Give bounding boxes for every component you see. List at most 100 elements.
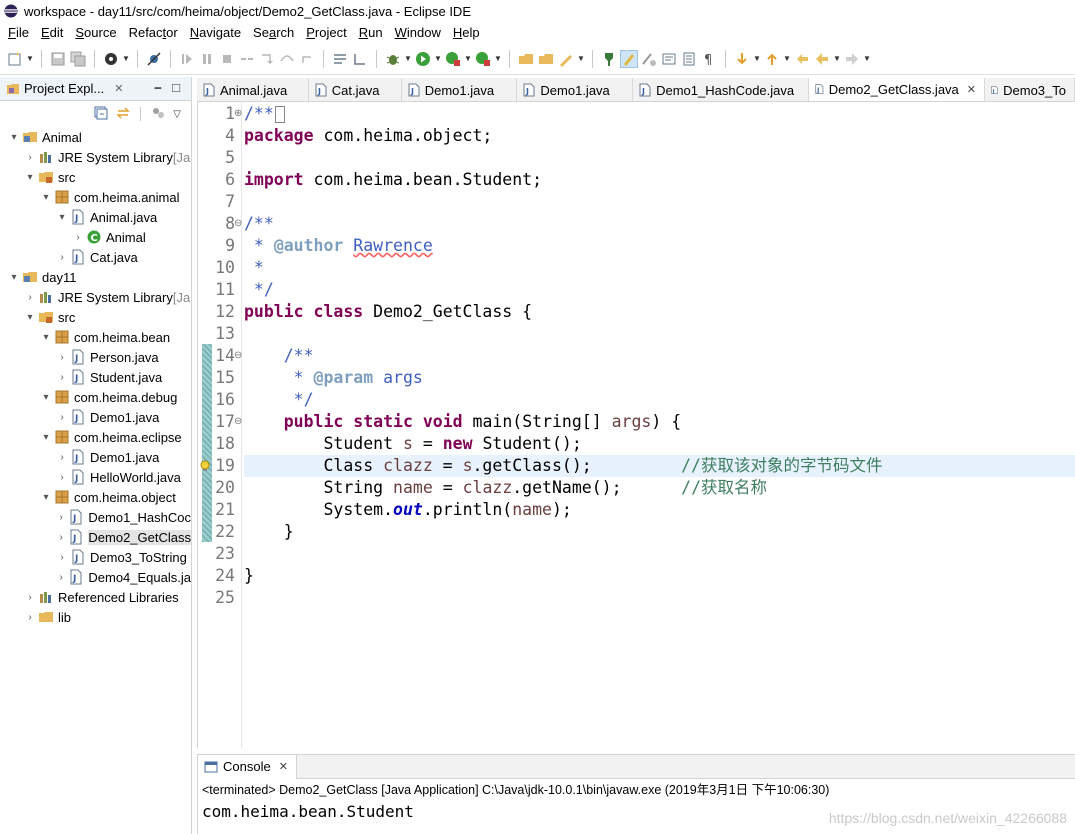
previous-annotation-icon[interactable]: [763, 50, 781, 68]
chevron-right-icon[interactable]: ›: [24, 152, 36, 163]
editor-tab[interactable]: J Demo3_To: [985, 78, 1075, 101]
menu-item[interactable]: Help: [447, 25, 486, 40]
chevron-right-icon[interactable]: ›: [56, 352, 68, 363]
chevron-right-icon[interactable]: ›: [56, 372, 68, 383]
chevron-down-icon[interactable]: ▾: [56, 212, 68, 223]
console-tab[interactable]: Console ✕: [198, 754, 297, 779]
debug-perspective-icon[interactable]: [102, 50, 120, 68]
close-icon[interactable]: ✕: [967, 83, 976, 96]
menu-item[interactable]: Search: [247, 25, 300, 40]
run-icon[interactable]: [414, 50, 432, 68]
tree-item[interactable]: › J Demo1.java: [0, 407, 191, 427]
chevron-down-icon[interactable]: ▾: [24, 172, 36, 183]
code-line[interactable]: /**: [244, 213, 1075, 235]
disconnect-icon[interactable]: [238, 50, 256, 68]
code-line[interactable]: import com.heima.bean.Student;: [244, 169, 1075, 191]
chevron-down-icon[interactable]: ▾: [24, 312, 36, 323]
step-over-icon[interactable]: [278, 50, 296, 68]
tree-item[interactable]: › J Demo3_ToString: [0, 547, 191, 567]
chevron-down-icon[interactable]: ▾: [40, 492, 52, 503]
code-line[interactable]: * @author Rawrence: [244, 235, 1075, 257]
use-step-filters-icon[interactable]: [331, 50, 349, 68]
tree-item[interactable]: ▾ src: [0, 167, 191, 187]
tree-item[interactable]: › J Student.java: [0, 367, 191, 387]
toggle-markoccurrences-icon[interactable]: [600, 50, 618, 68]
close-icon[interactable]: ✕: [279, 760, 288, 773]
suspend-icon[interactable]: [198, 50, 216, 68]
package-explorer-tab[interactable]: Project Expl... ✕ ━ ☐: [0, 77, 191, 101]
external-tools-icon[interactable]: [474, 50, 492, 68]
dropdown-icon[interactable]: ▼: [122, 50, 130, 68]
tree-item[interactable]: ▾ src: [0, 307, 191, 327]
chevron-right-icon[interactable]: ›: [56, 472, 68, 483]
menu-item[interactable]: Window: [389, 25, 447, 40]
resume-icon[interactable]: [178, 50, 196, 68]
tree-item[interactable]: ▾ day11: [0, 267, 191, 287]
tree-item[interactable]: ▾ com.heima.eclipse: [0, 427, 191, 447]
code-line[interactable]: }: [244, 521, 1075, 543]
open-type-dropdown-icon[interactable]: ▼: [577, 50, 585, 68]
skip-breakpoints-icon[interactable]: [145, 50, 163, 68]
code-line[interactable]: public static void main(String[] args) {: [244, 411, 1075, 433]
chevron-right-icon[interactable]: ›: [56, 512, 66, 523]
warning-lightbulb-icon[interactable]: [199, 460, 211, 472]
tree-item[interactable]: › J Demo4_Equals.ja: [0, 567, 191, 587]
menu-item[interactable]: Project: [300, 25, 352, 40]
chevron-right-icon[interactable]: ›: [56, 412, 68, 423]
new-java-class-icon[interactable]: [537, 50, 555, 68]
collapse-fold-icon[interactable]: ⊖: [234, 213, 244, 235]
editor-horizontal-scrollbar[interactable]: [197, 748, 1075, 752]
tree-item[interactable]: › J Demo1_HashCoc: [0, 507, 191, 527]
previous-annotation-dropdown-icon[interactable]: ▼: [783, 50, 791, 68]
forward-icon[interactable]: [843, 50, 861, 68]
toggle-block-selection-icon[interactable]: [640, 50, 658, 68]
next-annotation-dropdown-icon[interactable]: ▼: [753, 50, 761, 68]
menu-item[interactable]: File: [2, 25, 35, 40]
next-annotation-icon[interactable]: [733, 50, 751, 68]
link-with-editor-icon[interactable]: [116, 106, 131, 123]
collapse-all-icon[interactable]: [94, 106, 108, 123]
coverage-dropdown-icon[interactable]: ▼: [464, 50, 472, 68]
tree-item[interactable]: ▾ com.heima.object: [0, 487, 191, 507]
menu-item[interactable]: Edit: [35, 25, 69, 40]
tree-item[interactable]: ▾ Animal: [0, 127, 191, 147]
expand-fold-icon[interactable]: ⊕: [234, 103, 244, 125]
code-line[interactable]: package com.heima.object;: [244, 125, 1075, 147]
chevron-right-icon[interactable]: ›: [24, 612, 36, 623]
tree-item[interactable]: › J Cat.java: [0, 247, 191, 267]
code-line[interactable]: /**: [244, 103, 1075, 125]
chevron-down-icon[interactable]: ▾: [40, 192, 52, 203]
code-line[interactable]: /**: [244, 345, 1075, 367]
code-line[interactable]: */: [244, 279, 1075, 301]
view-menu-icon[interactable]: ▽: [173, 109, 181, 120]
debug-dropdown-icon[interactable]: ▼: [404, 50, 412, 68]
editor-tab[interactable]: J Demo2_GetClass.java ✕: [809, 78, 985, 101]
tree-item[interactable]: › J Person.java: [0, 347, 191, 367]
tree-item[interactable]: ▾ com.heima.bean: [0, 327, 191, 347]
drop-to-frame-icon[interactable]: [351, 50, 369, 68]
chevron-right-icon[interactable]: ›: [56, 532, 66, 543]
new-java-package-icon[interactable]: [517, 50, 535, 68]
collapse-fold-icon[interactable]: ⊖: [234, 411, 244, 433]
tree-item[interactable]: ▾ com.heima.debug: [0, 387, 191, 407]
code-line[interactable]: Student s = new Student();: [244, 433, 1075, 455]
tree-item[interactable]: › lib: [0, 607, 191, 627]
close-icon[interactable]: ✕: [114, 82, 123, 95]
code-editor[interactable]: 1 ⊕ 4 5 6 7 8 ⊖ 9 10 11 12 13 14 ⊖ 15 16 17 ⊖ 18 19 20 21 22 23 2…: [197, 102, 1075, 748]
chevron-down-icon[interactable]: ▾: [8, 272, 20, 283]
back-icon[interactable]: [813, 50, 831, 68]
new-icon[interactable]: [6, 50, 24, 68]
menu-item[interactable]: Source: [69, 25, 122, 40]
code-line[interactable]: [244, 587, 1075, 609]
last-edit-location-icon[interactable]: [793, 50, 811, 68]
collapse-fold-icon[interactable]: ⊖: [234, 345, 244, 367]
tree-item[interactable]: › Referenced Libraries: [0, 587, 191, 607]
tree-item[interactable]: › JRE System Library [Ja: [0, 147, 191, 167]
chevron-down-icon[interactable]: ▾: [40, 392, 52, 403]
coverage-icon[interactable]: [444, 50, 462, 68]
open-type-icon[interactable]: [557, 50, 575, 68]
tree-item[interactable]: ▾ J Animal.java: [0, 207, 191, 227]
code-line[interactable]: *: [244, 257, 1075, 279]
code-line[interactable]: Class clazz = s.getClass(); //获取该对象的字节码文…: [244, 455, 1075, 477]
code-line[interactable]: System.out.println(name);: [244, 499, 1075, 521]
